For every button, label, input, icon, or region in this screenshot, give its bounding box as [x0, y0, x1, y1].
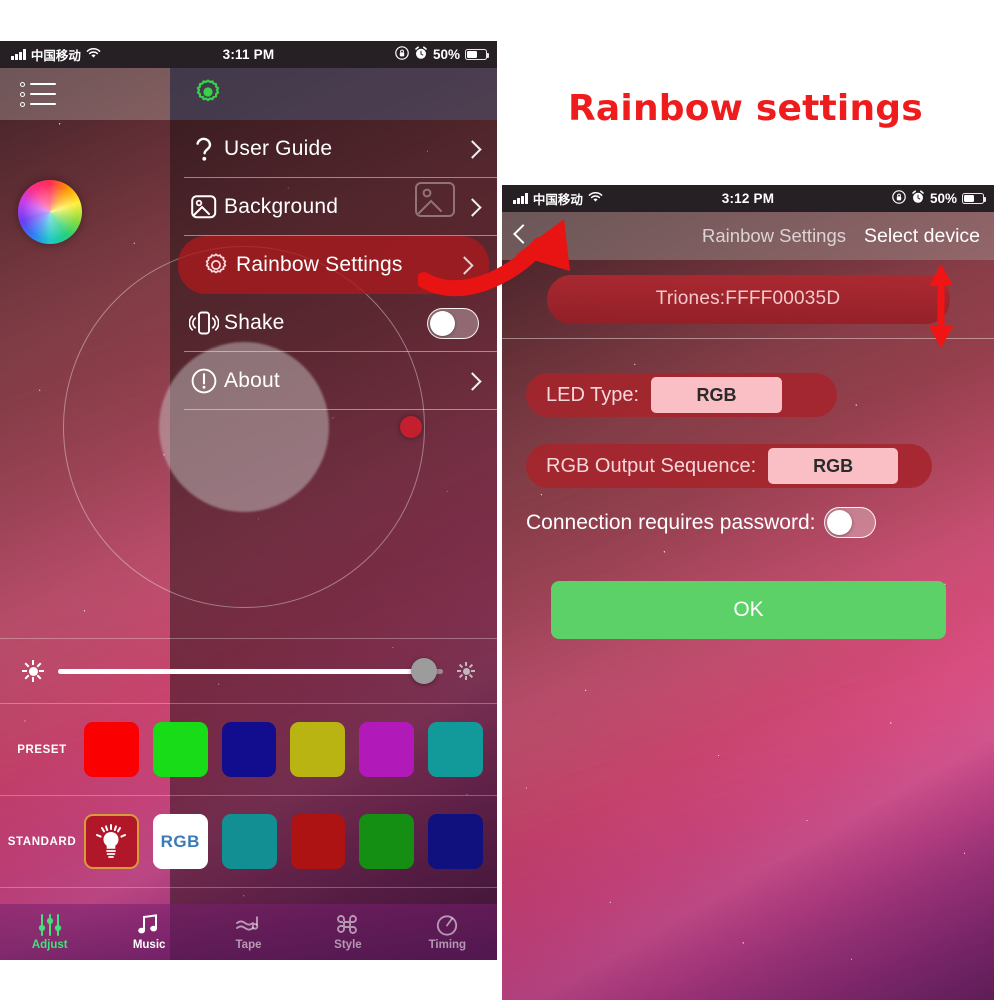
tab-tape[interactable]: Tape: [199, 904, 298, 960]
standard-swatch[interactable]: [359, 814, 415, 869]
rgb-sequence-value[interactable]: RGB: [768, 448, 899, 484]
menu-item-label: Rainbow Settings: [236, 253, 403, 276]
chevron-right-icon: [463, 371, 482, 391]
shake-toggle[interactable]: [427, 307, 479, 339]
status-time: 3:12 PM: [721, 191, 775, 206]
standard-swatch[interactable]: [290, 814, 346, 869]
password-toggle[interactable]: [823, 507, 876, 538]
annotation-title: Rainbow settings: [568, 88, 923, 129]
timer-icon: [435, 914, 459, 936]
page-title: Rainbow Settings: [702, 225, 847, 246]
battery-icon: [962, 193, 987, 204]
wave-tape-icon: [235, 914, 263, 936]
image-icon: [184, 194, 224, 220]
brightness-slider[interactable]: [58, 658, 443, 684]
wifi-icon: [86, 48, 101, 61]
signal-bars-icon: [513, 193, 528, 204]
app-toolbar: [0, 68, 497, 120]
rgb-sequence-label: RGB Output Sequence:: [546, 454, 757, 477]
rgb-tile[interactable]: RGB: [152, 814, 208, 869]
standard-row-label: STANDARD: [7, 835, 77, 848]
tab-style[interactable]: Style: [298, 904, 397, 960]
gear-outline-icon: [196, 252, 236, 278]
brightness-slider-row: [0, 638, 497, 704]
gear-icon[interactable]: [194, 78, 222, 111]
ring-handle[interactable]: [400, 416, 422, 438]
rotation-lock-icon: [892, 190, 906, 207]
carrier-label: 中国移动: [30, 49, 81, 63]
tab-label: Adjust: [31, 938, 68, 951]
music-note-icon: [136, 913, 162, 936]
alarm-clock-icon: [414, 46, 428, 63]
preset-swatch[interactable]: [428, 722, 483, 777]
menu-item-user-guide[interactable]: User Guide: [170, 120, 497, 178]
curved-red-arrow-icon: [418, 219, 570, 297]
bottom-tab-bar: Adjust Music Tape Style Timing: [0, 904, 497, 960]
tab-label: Style: [334, 938, 362, 951]
standard-swatch[interactable]: [428, 814, 483, 869]
password-row: Connection requires password:: [526, 507, 876, 538]
led-type-value[interactable]: RGB: [651, 377, 783, 413]
ok-button[interactable]: OK: [551, 581, 946, 639]
battery-icon: [465, 49, 490, 60]
status-time: 3:11 PM: [222, 47, 275, 62]
rgb-sequence-row: RGB Output Sequence: RGB: [526, 444, 932, 488]
led-type-row: LED Type: RGB: [526, 373, 837, 417]
standard-swatch-row: STANDARD RGB: [0, 796, 497, 888]
preset-swatch[interactable]: [84, 722, 139, 777]
left-phone-screen: 中国移动 3:11 PM 50% User Guide Background R…: [0, 41, 497, 960]
preset-swatch[interactable]: [290, 722, 346, 777]
rotation-lock-icon: [395, 46, 409, 63]
tab-label: Tape: [235, 938, 262, 951]
sliders-icon: [37, 913, 63, 936]
preset-row-label: PRESET: [17, 743, 67, 756]
battery-percent-label: 50%: [432, 47, 460, 62]
signal-bars-icon: [11, 49, 26, 60]
password-label: Connection requires password:: [526, 510, 816, 534]
tab-adjust[interactable]: Adjust: [0, 904, 99, 960]
command-style-icon: [336, 914, 360, 936]
preset-swatch[interactable]: [152, 722, 208, 777]
menu-item-label: About: [224, 369, 280, 392]
screenshot-canvas: 中国移动 3:11 PM 50% User Guide Background R…: [0, 0, 1000, 1000]
question-mark-icon: [184, 134, 224, 164]
shake-phone-icon: [184, 310, 224, 336]
standard-swatch[interactable]: [221, 814, 277, 869]
alarm-clock-icon: [911, 190, 925, 207]
toolbar-left-pane: [0, 68, 170, 120]
wifi-icon: [588, 192, 603, 205]
brightness-high-icon: [457, 662, 475, 680]
select-device-button[interactable]: Select device: [864, 225, 980, 248]
tab-label: Timing: [428, 938, 467, 951]
color-wheel-icon[interactable]: [18, 180, 82, 244]
chevron-right-icon: [463, 139, 482, 159]
slider-knob[interactable]: [410, 658, 437, 684]
light-bulb-icon[interactable]: [84, 814, 139, 869]
preset-swatch-row: PRESET: [0, 704, 497, 796]
preset-swatch[interactable]: [221, 722, 277, 777]
preset-swatch[interactable]: [359, 722, 415, 777]
brightness-low-icon: [22, 660, 44, 682]
tab-music[interactable]: Music: [99, 904, 198, 960]
tab-timing[interactable]: Timing: [398, 904, 497, 960]
menu-item-label: User Guide: [224, 137, 333, 160]
status-bar: 中国移动 3:11 PM 50%: [0, 41, 497, 68]
led-type-label: LED Type:: [546, 383, 640, 406]
battery-percent-label: 50%: [929, 191, 957, 206]
list-icon[interactable]: [20, 81, 56, 107]
menu-item-about[interactable]: About: [170, 352, 497, 410]
vertical-double-arrow-icon: [929, 264, 953, 348]
exclamation-circle-icon: [184, 368, 224, 394]
toolbar-right-pane: [170, 68, 497, 120]
menu-item-label: Background: [224, 195, 339, 218]
menu-item-label: Shake: [224, 311, 285, 334]
tab-label: Music: [132, 938, 166, 951]
